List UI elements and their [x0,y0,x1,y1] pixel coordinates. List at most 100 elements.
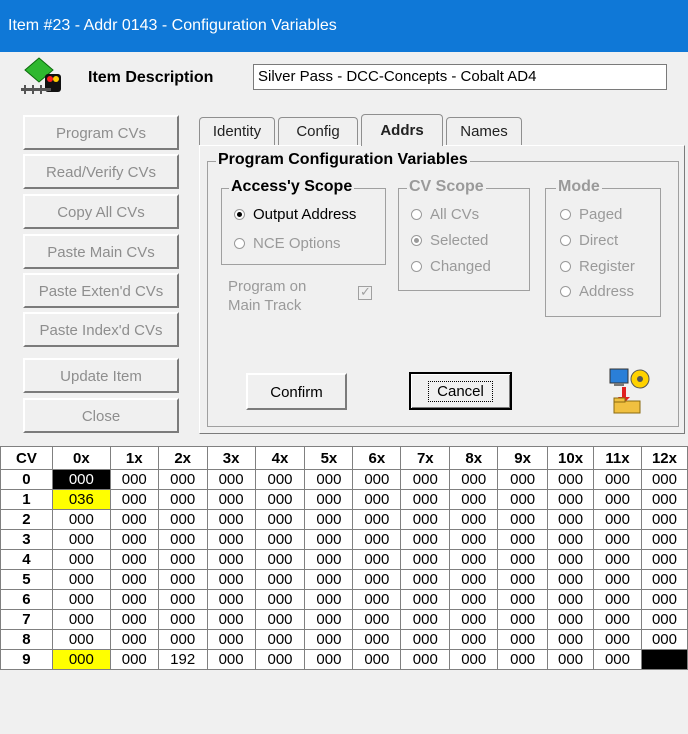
update-item-button[interactable]: Update Item [23,358,179,393]
cv-cell[interactable]: 000 [206,569,256,590]
cv-cell[interactable]: 000 [304,549,354,570]
cv-cell[interactable]: 000 [449,529,499,550]
cv-cell[interactable]: 000 [449,649,499,670]
cv-cell[interactable]: 000 [593,569,642,590]
cv-cell[interactable]: 000 [640,489,688,510]
cv-cell[interactable]: 000 [497,649,549,670]
cv-cell[interactable]: 000 [640,509,688,530]
cv-cell[interactable]: 000 [109,489,159,510]
cv-cell[interactable]: 000 [51,629,111,650]
radio-paged[interactable]: Paged [560,206,622,223]
cv-cell[interactable]: 000 [254,469,306,490]
cv-cell[interactable]: 000 [304,569,354,590]
cv-cell[interactable]: 000 [400,509,451,530]
cv-cell[interactable]: 036 [51,489,111,510]
cv-cell[interactable]: 000 [352,569,402,590]
program-cv-icon[interactable] [608,365,656,415]
cv-cell[interactable]: 000 [254,489,306,510]
cv-cell[interactable]: 000 [497,469,549,490]
cv-cell[interactable]: 000 [449,509,499,530]
radio-nce-options[interactable]: NCE Options [234,235,341,252]
cv-cell[interactable]: 000 [206,649,256,670]
cv-cell[interactable] [640,649,688,670]
cv-cell[interactable]: 000 [400,529,451,550]
cv-cell[interactable]: 000 [254,589,306,610]
cv-cell[interactable]: 000 [51,589,111,610]
cv-cell[interactable]: 000 [497,509,549,530]
read-verify-cvs-button[interactable]: Read/Verify CVs [23,154,179,189]
cv-cell[interactable]: 000 [51,609,111,630]
cv-cell[interactable]: 000 [593,629,642,650]
cv-cell[interactable]: 000 [109,529,159,550]
cv-cell[interactable]: 000 [640,589,688,610]
cv-cell[interactable]: 000 [593,529,642,550]
cv-cell[interactable]: 000 [352,609,402,630]
cv-cell[interactable]: 000 [593,489,642,510]
cv-cell[interactable]: 000 [497,549,549,570]
cv-cell[interactable]: 000 [51,529,111,550]
cv-cell[interactable]: 000 [640,549,688,570]
radio-register[interactable]: Register [560,258,635,275]
cv-cell[interactable]: 000 [206,529,256,550]
radio-selected[interactable]: Selected [411,232,488,249]
cv-cell[interactable]: 000 [640,529,688,550]
cv-cell[interactable]: 000 [352,589,402,610]
cv-cell[interactable]: 000 [304,609,354,630]
cv-cell[interactable]: 000 [547,549,595,570]
cv-cell[interactable]: 000 [254,649,306,670]
cv-cell[interactable]: 000 [109,609,159,630]
cv-cell[interactable]: 000 [497,529,549,550]
cv-cell[interactable]: 000 [547,489,595,510]
copy-all-cvs-button[interactable]: Copy All CVs [23,194,179,229]
cv-cell[interactable]: 000 [547,589,595,610]
cv-cell[interactable]: 000 [449,569,499,590]
cv-cell[interactable]: 000 [352,469,402,490]
item-description-input[interactable]: Silver Pass - DCC-Concepts - Cobalt AD4 [253,64,667,90]
cv-cell[interactable]: 000 [593,649,642,670]
cv-cell[interactable]: 000 [547,629,595,650]
cv-cell[interactable]: 000 [547,569,595,590]
cv-cell[interactable]: 000 [157,629,208,650]
paste-indexed-cvs-button[interactable]: Paste Index'd CVs [23,312,179,347]
cv-cell[interactable]: 000 [206,469,256,490]
cv-cell[interactable]: 000 [51,569,111,590]
cv-cell[interactable]: 000 [206,509,256,530]
radio-all-cvs[interactable]: All CVs [411,206,479,223]
cv-cell[interactable]: 000 [254,609,306,630]
tab-addrs[interactable]: Addrs [361,114,443,146]
cv-cell[interactable]: 000 [547,609,595,630]
radio-changed[interactable]: Changed [411,258,491,275]
cv-cell[interactable]: 000 [352,649,402,670]
cv-cell[interactable]: 000 [400,469,451,490]
cv-cell[interactable]: 000 [157,469,208,490]
cv-cell[interactable]: 000 [109,649,159,670]
cv-cell[interactable]: 000 [497,609,549,630]
cv-cell[interactable]: 000 [400,589,451,610]
tab-identity[interactable]: Identity [199,117,275,145]
cv-cell[interactable]: 000 [304,529,354,550]
cv-cell[interactable]: 000 [497,569,549,590]
cv-cell[interactable]: 000 [51,509,111,530]
cv-cell[interactable]: 000 [593,609,642,630]
cv-cell[interactable]: 192 [157,649,208,670]
tab-names[interactable]: Names [446,117,522,145]
cv-cell[interactable]: 000 [304,629,354,650]
cv-cell[interactable]: 000 [400,549,451,570]
program-cvs-button[interactable]: Program CVs [23,115,179,150]
cv-cell[interactable]: 000 [51,649,111,670]
cv-cell[interactable]: 000 [497,629,549,650]
radio-direct[interactable]: Direct [560,232,618,249]
cv-cell[interactable]: 000 [51,469,111,490]
cv-cell[interactable]: 000 [109,469,159,490]
cv-cell[interactable]: 000 [157,529,208,550]
paste-main-cvs-button[interactable]: Paste Main CVs [23,234,179,269]
cv-cell[interactable]: 000 [109,629,159,650]
cv-cell[interactable]: 000 [449,609,499,630]
cv-cell[interactable]: 000 [640,569,688,590]
cv-cell[interactable]: 000 [109,569,159,590]
cv-cell[interactable]: 000 [449,589,499,610]
cv-cell[interactable]: 000 [547,529,595,550]
paste-extended-cvs-button[interactable]: Paste Exten'd CVs [23,273,179,308]
tab-config[interactable]: Config [278,117,358,145]
radio-address[interactable]: Address [560,283,634,300]
